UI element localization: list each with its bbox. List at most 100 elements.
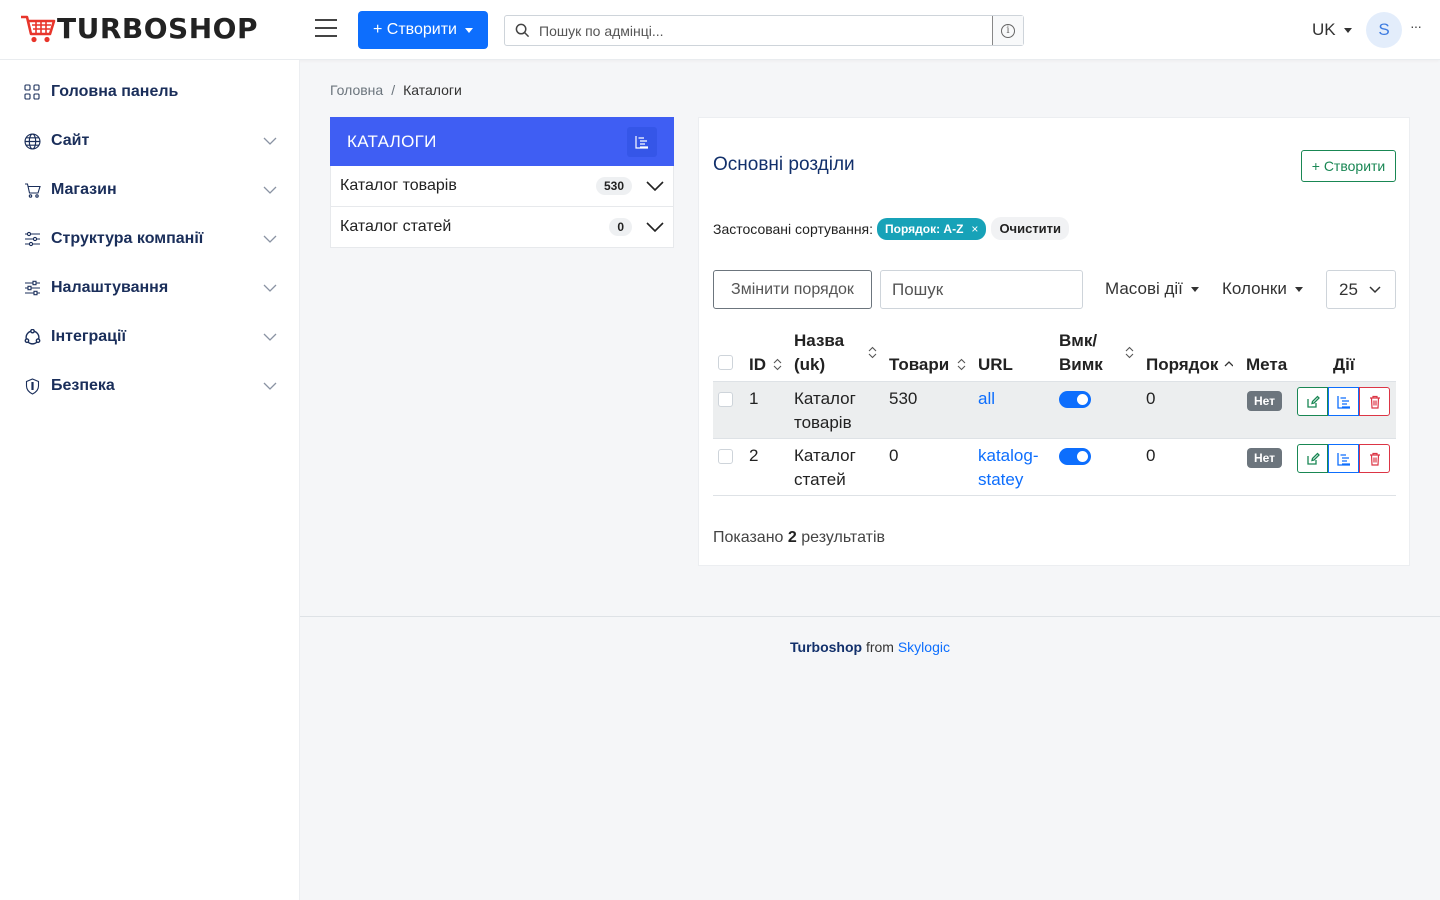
sort-chip-label: Порядок: A-Z <box>885 221 964 236</box>
enabled-toggle[interactable] <box>1059 391 1091 408</box>
per-page-select[interactable]: 25 <box>1326 270 1396 309</box>
sidebar-item-company-structure[interactable]: Структура компанії <box>22 224 277 254</box>
cell-url-link[interactable]: katalog-statey <box>978 444 1038 492</box>
cell-order: 0 <box>1146 446 1156 465</box>
results-count: 2 <box>787 529 797 546</box>
sidebar-item-dashboard[interactable]: Головна панель <box>22 77 277 107</box>
sections-card: Основні розділи + Створити Застосовані с… <box>698 117 1410 566</box>
language-label: UK <box>1312 20 1336 39</box>
footer: Turboshop from Skylogic <box>300 639 1440 655</box>
footer-brand: Turboshop <box>790 639 863 655</box>
header-name-line2: (uk) <box>794 355 826 374</box>
sort-icon[interactable] <box>773 358 782 371</box>
header-name-line1: Назва <box>794 331 845 350</box>
breadcrumb-home[interactable]: Головна <box>330 82 383 98</box>
enabled-toggle[interactable] <box>1059 448 1091 465</box>
globe-icon <box>22 131 42 151</box>
menu-toggle-icon[interactable] <box>315 19 337 39</box>
catalog-tree-button[interactable] <box>627 126 657 157</box>
sidebar-item-settings[interactable]: Налаштування <box>22 273 277 303</box>
cell-id: 2 <box>749 446 759 465</box>
sort-icon[interactable] <box>868 346 877 359</box>
sort-icon[interactable] <box>1125 346 1134 359</box>
sidebar-item-security[interactable]: Безпека <box>22 371 277 401</box>
sidebar-item-site[interactable]: Сайт <box>22 126 277 156</box>
sort-asc-icon[interactable] <box>1224 358 1233 371</box>
search-icon <box>505 16 539 45</box>
row-checkbox[interactable] <box>718 392 733 407</box>
sidebar-item-integrations[interactable]: Інтеграції <box>22 322 277 352</box>
cell-url-line1: katalog- <box>978 446 1039 465</box>
more-icon[interactable]: ··· <box>1410 18 1422 34</box>
select-all-checkbox[interactable] <box>718 355 733 370</box>
create-button[interactable]: + Створити <box>358 11 488 49</box>
cart-icon <box>22 180 42 200</box>
edit-button[interactable] <box>1297 387 1328 416</box>
delete-button[interactable] <box>1359 444 1390 473</box>
reorder-button[interactable]: Змінити порядок <box>713 270 872 309</box>
edit-button[interactable] <box>1297 444 1328 473</box>
page-title: Основні розділи <box>713 154 855 175</box>
logo[interactable]: TURBOSHOP <box>20 14 258 44</box>
cell-url-link[interactable]: all <box>978 387 995 411</box>
close-icon[interactable]: × <box>971 222 978 236</box>
sidebar-item-label: Інтеграції <box>51 328 126 345</box>
cell-products: 530 <box>889 389 918 408</box>
catalog-count-badge: 0 <box>609 218 632 236</box>
chevron-down-icon[interactable] <box>646 181 664 191</box>
cell-name-line2: статей <box>794 470 846 489</box>
admin-search-input[interactable] <box>539 17 992 44</box>
cell-products: 0 <box>889 446 899 465</box>
structure-icon <box>22 229 42 249</box>
applied-sorts-label: Застосовані сортування: <box>713 220 874 237</box>
trash-icon <box>1369 452 1380 466</box>
header-name[interactable]: Назва (uk) <box>794 329 844 377</box>
delete-button[interactable] <box>1359 387 1390 416</box>
header-toggle-line1: Вмк/ <box>1059 331 1098 350</box>
sidebar-item-shop[interactable]: Магазин <box>22 175 277 205</box>
header-toggle-line2: Вимк <box>1059 355 1103 374</box>
header-products[interactable]: Товари <box>889 353 949 377</box>
avatar[interactable]: S <box>1366 12 1402 48</box>
cell-name: Каталог статей <box>794 444 856 492</box>
sliders-icon <box>22 278 42 298</box>
chevron-down-icon[interactable] <box>646 222 664 232</box>
cell-id: 1 <box>749 389 759 408</box>
tree-button[interactable] <box>1328 444 1359 473</box>
catalog-item-articles[interactable]: Каталог статей 0 <box>330 207 674 248</box>
sidebar-item-label: Безпека <box>51 377 115 394</box>
sort-icon[interactable] <box>957 358 966 371</box>
catalogs-title: КАТАЛОГИ <box>347 131 437 151</box>
header-meta: Мета <box>1246 355 1288 374</box>
search-info-button[interactable]: i <box>992 16 1023 45</box>
create-section-button[interactable]: + Створити <box>1301 150 1396 182</box>
cell-name-line2: товарів <box>794 413 852 432</box>
trash-icon <box>1369 395 1380 409</box>
footer-company-link[interactable]: Skylogic <box>898 639 950 655</box>
tree-icon <box>1336 395 1350 409</box>
clear-sorts-button[interactable]: Очистити <box>991 217 1070 240</box>
topbar: TURBOSHOP + Створити i UK S ··· <box>0 0 1440 60</box>
table-search-input[interactable] <box>880 270 1083 309</box>
caret-down-icon <box>1294 287 1303 293</box>
caret-down-icon <box>1343 28 1352 34</box>
mass-actions-dropdown[interactable]: Масові дії <box>1105 279 1199 299</box>
tree-button[interactable] <box>1328 387 1359 416</box>
results-summary: Показано 2 результатів <box>713 529 885 547</box>
language-selector[interactable]: UK <box>1312 20 1352 40</box>
per-page-value: 25 <box>1339 279 1358 299</box>
table-row: 2 Каталог статей 0 katalog-statey 0 Нет <box>713 439 1396 496</box>
breadcrumb-current: Каталоги <box>403 82 462 98</box>
header-url: URL <box>978 355 1013 374</box>
cell-name: Каталог товарів <box>794 387 856 435</box>
row-checkbox[interactable] <box>718 449 733 464</box>
header-id[interactable]: ID <box>749 353 766 377</box>
columns-dropdown[interactable]: Колонки <box>1222 279 1303 299</box>
header-toggle[interactable]: Вмк/Вимк <box>1059 329 1103 377</box>
applied-sorts: Застосовані сортування: Порядок: A-Z × Оч… <box>713 217 1070 240</box>
catalogs-panel: КАТАЛОГИ Каталог товарів 530 Каталог ста… <box>330 117 674 248</box>
header-order[interactable]: Порядок <box>1146 353 1218 377</box>
sort-chip[interactable]: Порядок: A-Z × <box>877 217 987 240</box>
catalog-item-products[interactable]: Каталог товарів 530 <box>330 166 674 207</box>
chevron-down-icon <box>263 137 277 145</box>
